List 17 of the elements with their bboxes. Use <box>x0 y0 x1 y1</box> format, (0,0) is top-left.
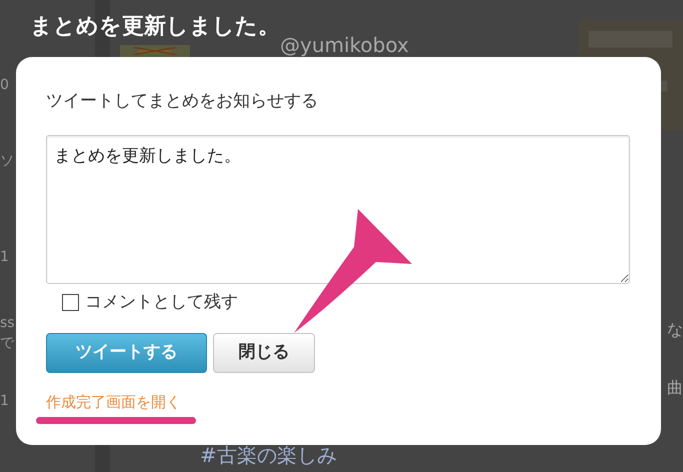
page-text: ソ <box>0 154 14 168</box>
page-text: 0 <box>0 78 9 92</box>
tweet-prompt: ツイートしてまとめをお知らせする <box>46 90 319 113</box>
close-button[interactable]: 閉じる <box>213 333 315 373</box>
user-handle: @yumikobox <box>280 32 409 59</box>
checkbox-label: コメントとして残す <box>85 290 238 314</box>
message-field[interactable]: まとめを更新しました。 <box>46 134 630 284</box>
comment-checkbox[interactable] <box>62 294 79 311</box>
page-text: 曲 <box>667 380 683 396</box>
page-text: な <box>667 322 683 338</box>
page-text: で <box>0 336 14 350</box>
page-text: ss <box>0 316 15 330</box>
dialog-heading: まとめを更新しました。 <box>30 13 280 41</box>
page-text: 1 <box>0 250 9 264</box>
tweet-button[interactable]: ツイートする <box>46 333 207 373</box>
completion-link[interactable]: 作成完了画面を開く <box>46 391 631 414</box>
page-text: 1 <box>0 394 9 408</box>
